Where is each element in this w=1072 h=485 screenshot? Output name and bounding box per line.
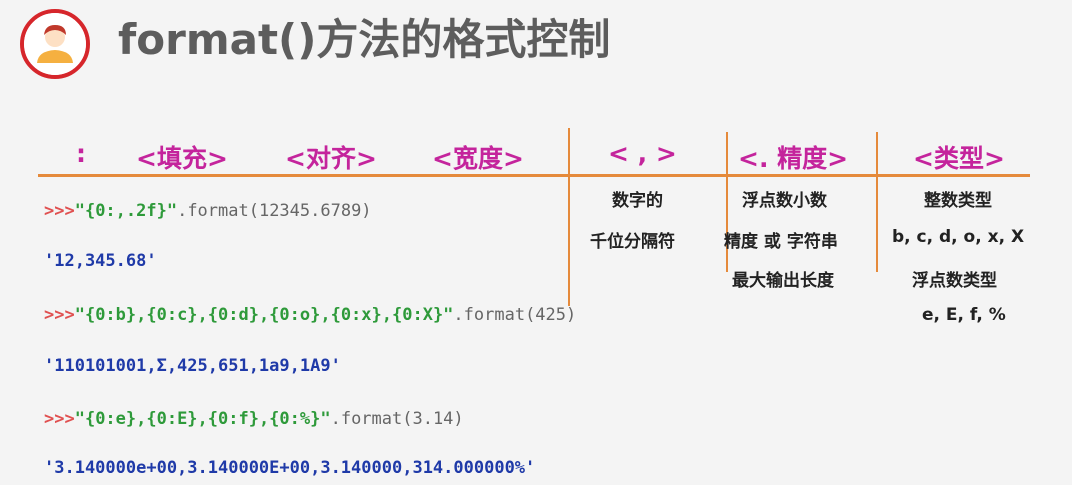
format-string: "{0:e},{0:E},{0:f},{0:%}" — [74, 409, 331, 429]
code-result: '12,345.68' — [44, 251, 157, 271]
desc-precision-line: 精度 或 字符串 — [724, 232, 838, 252]
header-divider — [38, 174, 1030, 177]
code-result: '3.140000e+00,3.140000E+00,3.140000,314.… — [44, 458, 536, 478]
prompt: >>> — [44, 409, 75, 429]
page-title: format()方法的格式控制 — [118, 15, 611, 64]
column-divider — [568, 128, 570, 306]
format-string: "{0:b},{0:c},{0:d},{0:o},{0:x},{0:X}" — [74, 305, 454, 325]
code-line: >>>"{0:,.2f}".format(12345.6789) — [44, 201, 372, 221]
desc-type-line: b, c, d, o, x, X — [892, 227, 1025, 247]
desc-precision-line: 最大输出长度 — [732, 271, 834, 291]
column-divider — [876, 132, 878, 272]
person-icon — [24, 13, 86, 75]
desc-type-line: 整数类型 — [924, 191, 992, 211]
desc-precision-line: 浮点数小数 — [742, 191, 827, 211]
prompt: >>> — [44, 201, 75, 221]
format-call: .format(425) — [453, 305, 577, 325]
header-fill: <填充> — [136, 144, 228, 173]
header-align: <对齐> — [285, 144, 377, 173]
code-result: '110101001,Ʃ,425,651,1a9,1A9' — [44, 356, 341, 376]
header-comma: < , > — [608, 139, 677, 168]
header-type: <类型> — [913, 144, 1005, 173]
header-precision: <. 精度> — [738, 144, 849, 173]
format-call: .format(12345.6789) — [177, 201, 372, 221]
format-call: .format(3.14) — [330, 409, 464, 429]
code-line: >>>"{0:e},{0:E},{0:f},{0:%}".format(3.14… — [44, 409, 464, 429]
desc-comma-line: 千位分隔符 — [590, 232, 675, 252]
desc-type-line: e, E, f, % — [922, 305, 1006, 325]
header-colon: : — [76, 139, 86, 168]
prompt: >>> — [44, 305, 75, 325]
header-width: <宽度> — [432, 144, 524, 173]
desc-type-line: 浮点数类型 — [912, 271, 997, 291]
code-line: >>>"{0:b},{0:c},{0:d},{0:o},{0:x},{0:X}"… — [44, 305, 576, 325]
format-string: "{0:,.2f}" — [74, 201, 178, 221]
desc-comma-line: 数字的 — [612, 191, 663, 211]
avatar — [20, 9, 90, 79]
